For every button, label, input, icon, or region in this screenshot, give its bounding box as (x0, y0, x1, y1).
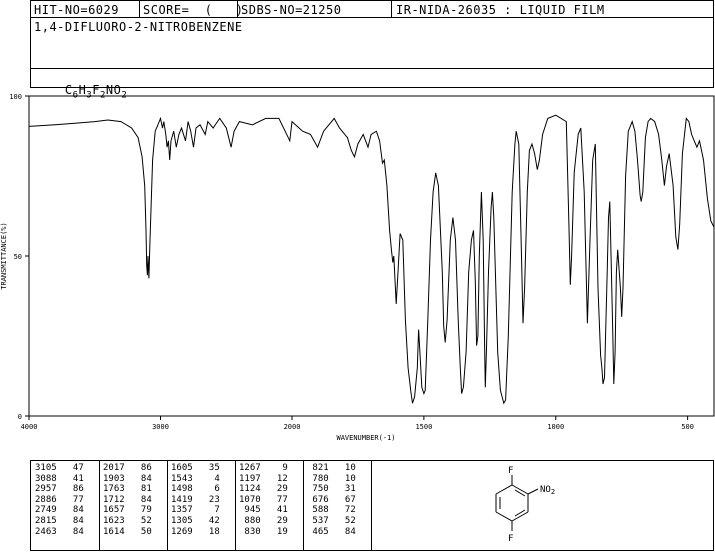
peak-row: 2886 77 (35, 494, 84, 505)
spectrum-trace (28, 114, 715, 405)
peak-row: 1614 50 (103, 526, 152, 537)
peak-row: 2815 84 (35, 515, 84, 526)
peak-row: 780 10 (307, 473, 356, 484)
peak-row: 1903 84 (103, 473, 152, 484)
peak-row: 1419 23 (171, 494, 220, 505)
peak-row: 1269 18 (171, 526, 220, 537)
peak-row: 2017 86 (103, 463, 152, 473)
peak-row: 821 10 (307, 463, 356, 473)
peak-column: 3105 47 3088 41 2957 86 2886 77 2749 84 2815 … (35, 463, 84, 537)
x-tick-label: 500 (681, 423, 694, 431)
fluorine-top-label: F (508, 466, 513, 476)
x-axis-label: WAVENUMBER(-1) (336, 434, 395, 442)
peak-table: 3105 47 3088 41 2957 86 2886 77 2749 84 2815 … (30, 460, 372, 551)
peak-row: 880 29 (239, 515, 288, 526)
peak-row: 537 52 (307, 515, 356, 526)
peak-row: 676 67 (307, 494, 356, 505)
peak-row: 1712 84 (103, 494, 152, 505)
peak-row: 1763 81 (103, 484, 152, 495)
peak-column: 2017 86 1903 84 1763 81 1712 84 1657 79 1623 … (103, 463, 152, 537)
y-axis-label: TRANSMITTANCE(%) (0, 222, 8, 289)
y-tick-label: 100 (9, 93, 22, 101)
peak-row: 1623 52 (103, 515, 152, 526)
peak-row: 1543 4 (171, 473, 220, 484)
peak-row: 2749 84 (35, 505, 84, 516)
peak-column: 1267 9 1197 12 1124 29 1070 77 945 41 880 2… (239, 463, 288, 537)
peak-column: 821 10 780 10 750 31 676 67 588 72 537 5… (307, 463, 356, 537)
peak-row: 1657 79 (103, 505, 152, 516)
peak-row: 1124 29 (239, 484, 288, 495)
peak-row: 588 72 (307, 505, 356, 516)
peak-row: 2957 86 (35, 484, 84, 495)
x-tick-label: 4000 (21, 423, 38, 431)
x-tick-label: 1500 (415, 423, 432, 431)
peak-row: 3088 41 (35, 473, 84, 484)
ir-spectrum-chart: 4000 3000 2000 1500 1000 500100500 WAVENUMBER… (0, 93, 715, 442)
nitro-group-label: NO2 (540, 485, 555, 496)
peak-column: 1605 35 1543 4 1498 6 1419 23 1357 7 1305 42 1… (171, 463, 220, 537)
y-tick-label: 0 (18, 413, 22, 421)
x-tick-label: 2000 (284, 423, 301, 431)
x-tick-label: 1000 (547, 423, 564, 431)
fluorine-bottom-label: F (508, 534, 513, 544)
molecule-structure: F NO2 F (495, 466, 555, 544)
peak-row: 830 19 (239, 526, 288, 537)
peak-row: 750 31 (307, 484, 356, 495)
peak-row: 1605 35 (171, 463, 220, 473)
peak-row: 1357 7 (171, 505, 220, 516)
peak-row: 465 84 (307, 526, 356, 537)
y-tick-label: 50 (14, 253, 22, 261)
peak-row: 1070 77 (239, 494, 288, 505)
peak-row: 945 41 (239, 505, 288, 516)
peak-row: 2463 84 (35, 526, 84, 537)
structure-box: F NO2 F (371, 460, 714, 551)
peak-row: 1197 12 (239, 473, 288, 484)
peak-row: 3105 47 (35, 463, 84, 473)
x-tick-label: 3000 (152, 423, 169, 431)
peak-row: 1267 9 (239, 463, 288, 473)
peak-row: 1498 6 (171, 484, 220, 495)
peak-row: 1305 42 (171, 515, 220, 526)
